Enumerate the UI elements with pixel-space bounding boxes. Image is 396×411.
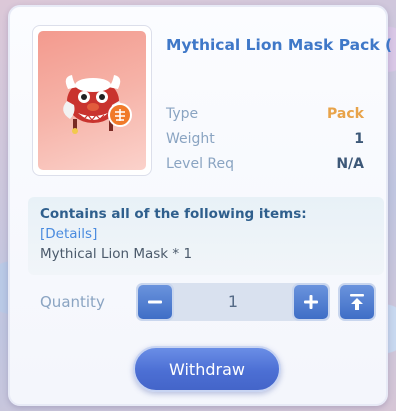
minus-icon bbox=[148, 300, 162, 304]
pack-contents-box: Contains all of the following items: [De… bbox=[28, 197, 384, 275]
contents-title: Contains all of the following items: bbox=[40, 206, 307, 222]
lion-mask-icon bbox=[63, 75, 132, 134]
plus-icon bbox=[304, 295, 318, 309]
type-value: Pack bbox=[327, 106, 364, 122]
level-req-value: N/A bbox=[336, 156, 364, 172]
item-thumbnail-frame bbox=[32, 25, 152, 176]
increment-button[interactable] bbox=[292, 283, 330, 321]
item-thumbnail bbox=[38, 31, 146, 170]
item-name: Mythical Lion Mask Pack (G bbox=[166, 36, 392, 54]
details-link[interactable]: [Details] bbox=[40, 226, 372, 242]
quantity-label: Quantity bbox=[40, 293, 105, 311]
weight-value: 1 bbox=[354, 131, 364, 147]
decrement-button[interactable] bbox=[136, 283, 174, 321]
weight-label: Weight bbox=[166, 131, 215, 147]
max-arrow-icon bbox=[350, 294, 364, 310]
type-label: Type bbox=[166, 106, 199, 122]
contents-list-item: Mythical Lion Mask * 1 bbox=[40, 246, 193, 262]
quantity-input[interactable]: 1 bbox=[174, 283, 292, 321]
level-req-label: Level Req bbox=[166, 156, 235, 172]
max-quantity-button[interactable] bbox=[338, 283, 376, 321]
withdraw-button[interactable]: Withdraw bbox=[133, 346, 281, 392]
item-detail-panel: Mythical Lion Mask Pack (G Type Pack Wei… bbox=[8, 5, 392, 406]
